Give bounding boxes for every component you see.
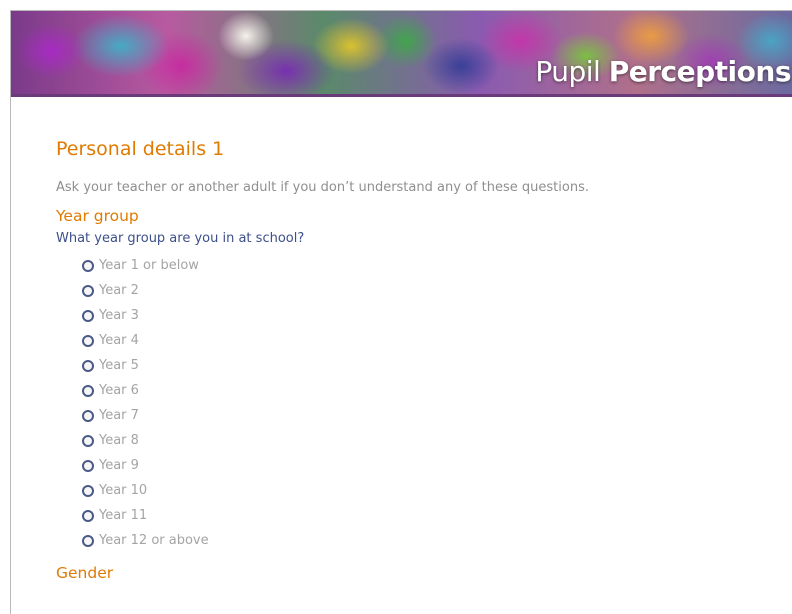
year-option-6[interactable]: Year 6 — [82, 378, 776, 403]
year-option-5[interactable]: Year 5 — [82, 353, 776, 378]
year-option-10[interactable]: Year 10 — [82, 478, 776, 503]
year-option-1[interactable]: Year 1 or below — [82, 253, 776, 278]
question-year-group: What year group are you in at school? — [56, 231, 305, 246]
year-option-9[interactable]: Year 9 — [82, 453, 776, 478]
app-title: Pupil Perceptions — [535, 55, 791, 88]
main-content: Personal details 1 Ask your teacher or a… — [56, 136, 776, 584]
survey-window: Pupil Perceptions Personal details 1 Ask… — [10, 10, 792, 614]
option-label: Year 3 — [99, 308, 139, 323]
radio-button-icon[interactable] — [82, 384, 94, 397]
year-option-8[interactable]: Year 8 — [82, 428, 776, 453]
radio-button-icon[interactable] — [82, 434, 94, 447]
radio-button-icon[interactable] — [82, 509, 94, 522]
year-option-2[interactable]: Year 2 — [82, 278, 776, 303]
app-title-light: Pupil — [535, 55, 609, 88]
year-option-3[interactable]: Year 3 — [82, 303, 776, 328]
option-label: Year 5 — [99, 358, 139, 373]
option-label: Year 10 — [99, 483, 148, 498]
radio-button-icon[interactable] — [82, 259, 94, 272]
radio-button-icon[interactable] — [82, 309, 94, 322]
option-label: Year 4 — [99, 333, 139, 348]
instructions-text: Ask your teacher or another adult if you… — [56, 180, 589, 195]
page-title: Personal details 1 — [56, 138, 225, 160]
radio-button-icon[interactable] — [82, 534, 94, 547]
radio-button-icon[interactable] — [82, 459, 94, 472]
option-label: Year 1 or below — [99, 258, 199, 273]
year-option-4[interactable]: Year 4 — [82, 328, 776, 353]
option-label: Year 11 — [99, 508, 148, 523]
option-label: Year 9 — [99, 458, 139, 473]
option-label: Year 6 — [99, 383, 139, 398]
option-label: Year 7 — [99, 408, 139, 423]
radio-button-icon[interactable] — [82, 359, 94, 372]
option-label: Year 8 — [99, 433, 139, 448]
header-banner: Pupil Perceptions — [11, 11, 792, 97]
year-option-11[interactable]: Year 11 — [82, 503, 776, 528]
option-label: Year 12 or above — [99, 533, 209, 548]
year-option-7[interactable]: Year 7 — [82, 403, 776, 428]
section-title-gender: Gender — [56, 564, 114, 582]
radio-button-icon[interactable] — [82, 409, 94, 422]
section-title-year-group: Year group — [56, 207, 139, 225]
radio-button-icon[interactable] — [82, 334, 94, 347]
year-group-options: Year 1 or below Year 2 Year 3 Year 4 Yea… — [56, 253, 776, 553]
app-title-bold: Perceptions — [608, 55, 792, 88]
radio-button-icon[interactable] — [82, 484, 94, 497]
radio-button-icon[interactable] — [82, 284, 94, 297]
year-option-12[interactable]: Year 12 or above — [82, 528, 776, 553]
option-label: Year 2 — [99, 283, 139, 298]
